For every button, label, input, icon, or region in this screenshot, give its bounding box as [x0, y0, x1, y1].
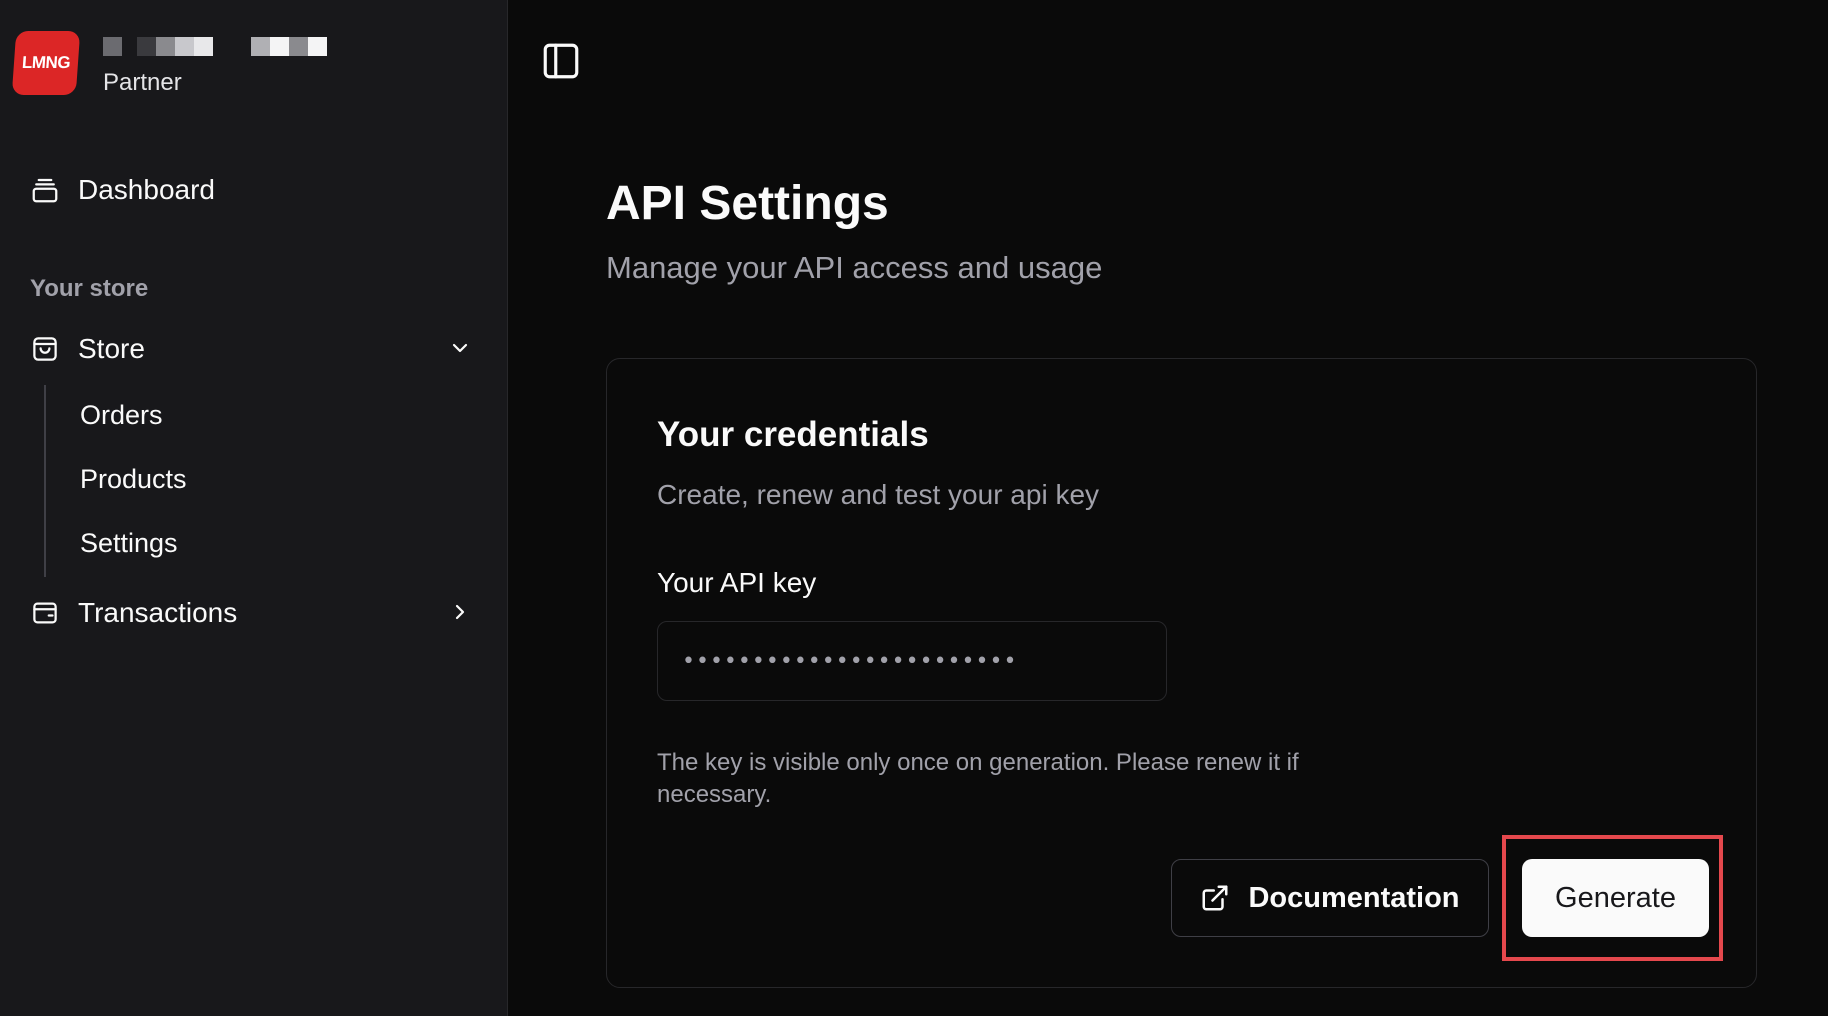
- stack-icon: [30, 175, 60, 205]
- sidebar-toggle-icon[interactable]: [540, 40, 582, 82]
- credentials-card: Your credentials Create, renew and test …: [606, 358, 1757, 988]
- card-title: Your credentials: [657, 415, 929, 454]
- sidebar-item-products[interactable]: Products: [80, 464, 187, 495]
- generate-button[interactable]: Generate: [1522, 859, 1709, 937]
- sidebar-item-store[interactable]: Store: [30, 333, 468, 365]
- documentation-button[interactable]: Documentation: [1171, 859, 1489, 937]
- sidebar-item-dashboard[interactable]: Dashboard: [30, 174, 215, 206]
- documentation-label: Documentation: [1248, 881, 1460, 914]
- app-root: LMNG Partner Dashboard Your store Store …: [0, 0, 1828, 1016]
- api-key-hint: The key is visible only once on generati…: [657, 749, 1299, 808]
- subnav-divider: [44, 385, 46, 577]
- brand-name-redacted: [103, 35, 327, 57]
- sidebar-item-label: Dashboard: [78, 174, 215, 205]
- sidebar: LMNG Partner Dashboard Your store Store …: [0, 0, 508, 1016]
- section-label-your-store: Your store: [30, 275, 149, 302]
- api-key-field[interactable]: [657, 621, 1167, 701]
- brand-logo: LMNG: [11, 31, 81, 95]
- external-link-icon: [1202, 885, 1228, 911]
- brand-text: Partner: [103, 31, 327, 97]
- brand-subtitle: Partner: [103, 69, 182, 96]
- sidebar-item-label: Transactions: [78, 597, 238, 628]
- page-title: API Settings: [606, 177, 889, 230]
- card-subtitle: Create, renew and test your api key: [657, 479, 1100, 510]
- sidebar-item-label: Store: [78, 333, 145, 364]
- wallet-icon: [30, 598, 60, 628]
- chevron-right-icon[interactable]: [448, 600, 472, 624]
- chevron-down-icon[interactable]: [448, 336, 472, 360]
- sidebar-item-settings[interactable]: Settings: [80, 528, 178, 559]
- main-content: API Settings Manage your API access and …: [508, 0, 1828, 1016]
- sidebar-item-transactions[interactable]: Transactions: [30, 597, 465, 629]
- shopping-bag-icon: [30, 334, 60, 364]
- api-key-label: Your API key: [657, 567, 817, 598]
- page-subtitle: Manage your API access and usage: [606, 250, 1103, 285]
- sidebar-item-orders[interactable]: Orders: [80, 400, 163, 431]
- brand[interactable]: LMNG Partner: [11, 31, 327, 97]
